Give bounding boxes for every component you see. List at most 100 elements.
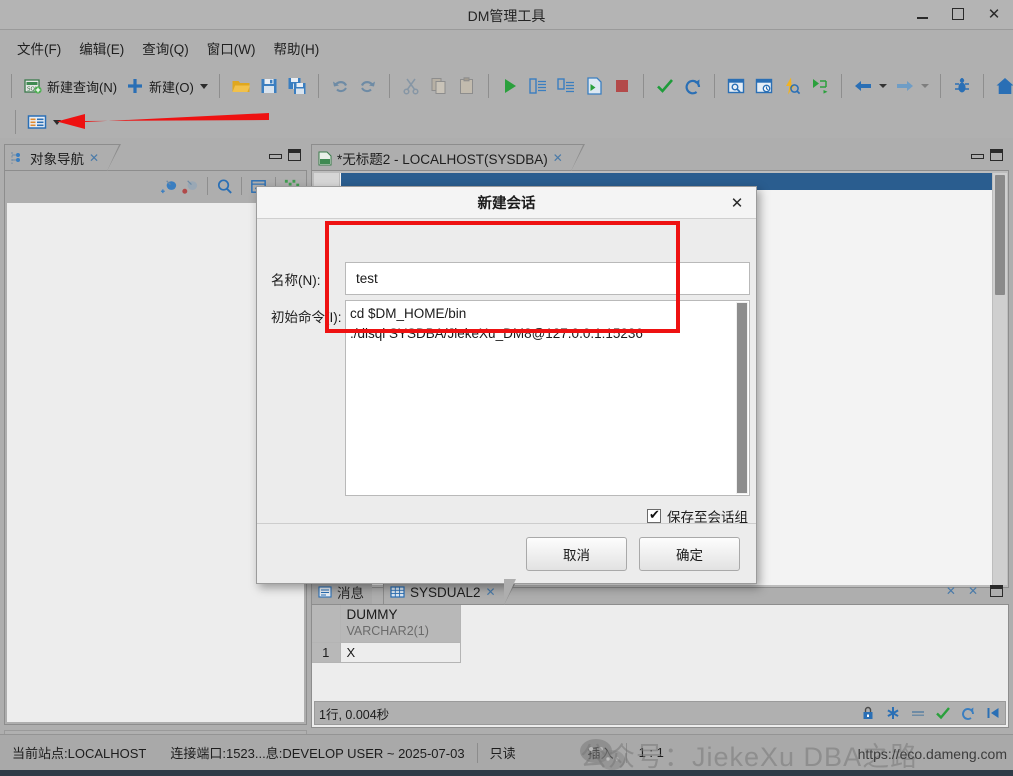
command-scrollbar[interactable] (736, 302, 748, 494)
save-all-icon (288, 78, 306, 94)
bottom-strip (0, 770, 1013, 776)
tab-object-navigator[interactable]: 对象导航 ✕ (4, 144, 122, 171)
sql-file-icon (318, 151, 332, 165)
command-textarea[interactable]: cd $DM_HOME/bin ./disql SYSDBA/JiekeXu_D… (346, 301, 735, 495)
editor-vertical-scrollbar[interactable] (993, 173, 1007, 585)
paste-button[interactable] (453, 71, 481, 101)
cancel-button[interactable]: 取消 (526, 536, 627, 571)
result-table[interactable]: DUMMY VARCHAR2(1) 1 X (312, 605, 461, 663)
dialog-body: 名称(N): 初始命令(I): cd $DM_HOME/bin ./disql … (257, 219, 756, 525)
minimize-icon[interactable] (269, 150, 282, 161)
execute-to-file-button[interactable] (580, 71, 608, 101)
script-run-icon (529, 78, 546, 94)
delete-row-icon[interactable] (910, 705, 926, 721)
debug-button[interactable] (948, 71, 976, 101)
toolbar-separator (207, 177, 208, 195)
toolbar-separator (388, 74, 390, 98)
execute-step-button[interactable] (552, 71, 580, 101)
plan-clock-icon (755, 78, 773, 94)
chevron-down-icon[interactable] (920, 84, 929, 88)
maximize-icon[interactable] (990, 149, 1003, 161)
status-cursor-position: 1 : 1 (638, 745, 664, 760)
cut-button[interactable] (397, 71, 425, 101)
flow-button[interactable] (806, 71, 834, 101)
results-panel-controls: ✕ ✕ (946, 584, 1003, 598)
new-query-button[interactable]: SQL 新建查询(N) (19, 71, 121, 101)
close-button[interactable]: ✕ (983, 4, 1005, 24)
menu-item-query[interactable]: 查询(Q) (133, 35, 198, 61)
back-button[interactable] (849, 71, 891, 101)
undo-button[interactable] (326, 71, 354, 101)
toolbar-separator (317, 74, 319, 98)
cell-dummy[interactable]: X (340, 642, 461, 663)
dialog-titlebar: 新建会话 ✕ (257, 187, 756, 219)
first-page-icon[interactable] (985, 705, 1001, 721)
execute-script-button[interactable] (524, 71, 552, 101)
scrollbar-thumb[interactable] (995, 175, 1005, 295)
copy-icon (431, 78, 446, 94)
command-textarea-wrap: cd $DM_HOME/bin ./disql SYSDBA/JiekeXu_D… (345, 300, 750, 496)
scrollbar-thumb[interactable] (737, 303, 747, 493)
detach-icon[interactable]: ✕ (968, 584, 978, 598)
open-file-button[interactable] (227, 71, 255, 101)
table-row[interactable]: 1 X (312, 642, 461, 663)
results-panel: 消息 SYSDUAL2 ✕ ✕ ✕ DUMMY VARCHAR2(1) 1 X … (311, 578, 1009, 728)
arrow-left-icon (854, 81, 871, 91)
maximize-icon[interactable] (990, 585, 1003, 597)
column-header-dummy[interactable]: DUMMY VARCHAR2(1) (340, 605, 461, 643)
row-header-corner (312, 605, 341, 643)
confirm-button[interactable]: 确定 (639, 536, 740, 571)
add-row-icon[interactable] (885, 705, 901, 721)
remove-connection-icon[interactable] (181, 177, 200, 196)
name-input[interactable] (345, 262, 750, 295)
dialog-close-button[interactable]: ✕ (728, 194, 746, 212)
main-toolbar: SQL 新建查询(N) 新建(O) (0, 66, 1013, 106)
stop-button[interactable] (608, 71, 636, 101)
results-row-count: 1行, 0.004秒 (319, 707, 390, 722)
home-button[interactable] (991, 71, 1013, 101)
annotation-arrow (57, 113, 269, 129)
maximize-button[interactable] (947, 4, 969, 24)
menu-item-file[interactable]: 文件(F) (8, 35, 70, 61)
close-icon[interactable]: ✕ (553, 151, 563, 165)
commit-check-icon[interactable] (935, 705, 951, 721)
close-icon[interactable]: ✕ (946, 584, 956, 598)
chevron-down-icon[interactable] (199, 83, 208, 89)
table-header-row: DUMMY VARCHAR2(1) (312, 605, 461, 643)
commit-button[interactable] (651, 71, 679, 101)
chevron-down-icon[interactable] (878, 84, 887, 88)
toolbar-separator (713, 74, 715, 98)
explain-plan-button[interactable] (722, 71, 750, 101)
execute-button[interactable] (496, 71, 524, 101)
close-icon[interactable]: ✕ (486, 585, 496, 599)
undo-row-icon[interactable] (960, 705, 976, 721)
fast-search-button[interactable] (778, 71, 806, 101)
lock-icon[interactable] (860, 705, 876, 721)
sql-editor-controls (971, 149, 1003, 161)
menu-item-edit[interactable]: 编辑(E) (70, 35, 133, 61)
session-grid-icon (27, 115, 47, 129)
plan-history-button[interactable] (750, 71, 778, 101)
new-button[interactable]: 新建(O) (121, 71, 212, 101)
save-to-group-checkbox[interactable] (647, 507, 661, 523)
menu-item-help[interactable]: 帮助(H) (264, 35, 328, 61)
minimize-button[interactable] (911, 4, 933, 24)
stop-icon (615, 80, 628, 92)
close-icon[interactable]: ✕ (89, 151, 99, 165)
save-all-button[interactable] (283, 71, 311, 101)
object-navigator-controls (269, 149, 301, 161)
rollback-button[interactable] (679, 71, 707, 101)
menu-item-window[interactable]: 窗口(W) (198, 35, 265, 61)
dialog-footer: 取消 确定 (257, 523, 756, 583)
tab-sql-editor[interactable]: *无标题2 - LOCALHOST(SYSDBA) ✕ (311, 144, 585, 171)
save-button[interactable] (255, 71, 283, 101)
copy-button[interactable] (425, 71, 453, 101)
rollback-icon (685, 79, 700, 95)
toolbar-separator (487, 74, 489, 98)
search-icon[interactable] (215, 177, 234, 196)
maximize-icon[interactable] (288, 149, 301, 161)
minimize-icon[interactable] (971, 150, 984, 161)
add-connection-icon[interactable] (160, 177, 179, 196)
redo-button[interactable] (354, 71, 382, 101)
forward-button[interactable] (891, 71, 933, 101)
